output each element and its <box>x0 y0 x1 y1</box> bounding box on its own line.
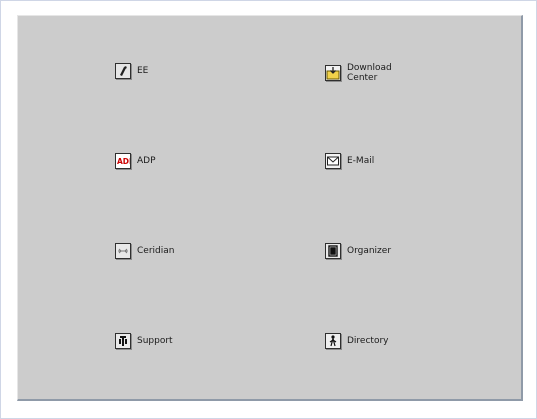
launcher-support[interactable]: Support <box>115 333 173 349</box>
launcher-email-label: E-Mail <box>347 156 375 166</box>
launcher-ee[interactable]: EE <box>115 63 148 79</box>
launcher-directory-label: Directory <box>347 336 389 346</box>
launcher-organizer-label: Organizer <box>347 246 392 256</box>
launcher-panel: EE Download Center ADP ADP <box>17 15 523 401</box>
launcher-ceridian[interactable]: Ceridian <box>115 243 174 259</box>
launcher-adp-label: ADP <box>137 156 156 166</box>
launcher-download-center-label: Download Center <box>347 63 392 83</box>
organizer-icon <box>325 243 341 259</box>
ee-icon <box>115 63 131 79</box>
launcher-download-center[interactable]: Download Center <box>325 63 392 83</box>
support-icon <box>115 333 131 349</box>
launcher-organizer[interactable]: Organizer <box>325 243 391 259</box>
launcher-ceridian-label: Ceridian <box>137 246 175 256</box>
directory-icon <box>325 333 341 349</box>
launcher-support-label: Support <box>137 336 173 346</box>
download-center-icon <box>325 65 341 81</box>
launcher-directory[interactable]: Directory <box>325 333 388 349</box>
ceridian-icon <box>115 243 131 259</box>
launcher-adp[interactable]: ADP ADP <box>115 153 156 169</box>
launcher-email[interactable]: E-Mail <box>325 153 374 169</box>
svg-text:ADP: ADP <box>117 157 130 166</box>
mail-icon <box>325 153 341 169</box>
launcher-ee-label: EE <box>137 66 149 76</box>
window-frame: EE Download Center ADP ADP <box>0 0 537 419</box>
adp-logo-icon: ADP <box>115 153 131 169</box>
